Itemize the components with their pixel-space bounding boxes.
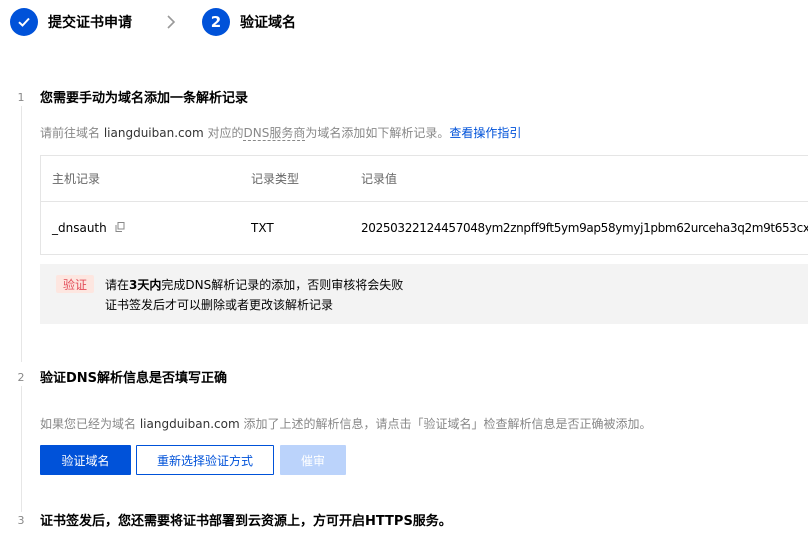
host-value: _dnsauth bbox=[52, 220, 107, 235]
host-cell: _dnsauth bbox=[52, 221, 125, 236]
verify-tag: 验证 bbox=[56, 275, 94, 293]
section2-guide-line bbox=[21, 386, 22, 512]
header-host: 主机记录 bbox=[52, 172, 101, 186]
chevron-right-icon bbox=[166, 15, 176, 29]
domain-name: liangduiban.com bbox=[103, 126, 204, 140]
dns-record-table: 主机记录 记录类型 记录值 _dnsauth TXT 2025032212445… bbox=[40, 155, 808, 255]
desc2-prefix: 如果您已经为域名 bbox=[40, 417, 140, 431]
desc2-suffix: 添加了上述的解析信息，请点击「验证域名」检查解析信息是否正确被添加。 bbox=[239, 417, 652, 431]
section2-title: 验证DNS解析信息是否填写正确 bbox=[40, 371, 228, 386]
stepper: 提交证书申请 2 验证域名 bbox=[10, 8, 296, 36]
section1-guide-line bbox=[21, 106, 22, 362]
desc-prefix: 请前往域名 bbox=[40, 126, 104, 140]
domain-name-2: liangduiban.com bbox=[139, 417, 240, 431]
type-value: TXT bbox=[251, 221, 274, 235]
step2-label: 验证域名 bbox=[240, 15, 296, 31]
notice-deadline: 3天内 bbox=[129, 278, 162, 292]
urge-review-button[interactable]: 催审 bbox=[280, 445, 346, 475]
notice-line1-suffix: 完成DNS解析记录的添加，否则审核将会失败 bbox=[161, 278, 404, 292]
section1-description: 请前往域名 liangduiban.com 对应的DNS服务商为域名添加如下解析… bbox=[40, 124, 521, 141]
section3-number: 3 bbox=[17, 513, 25, 527]
table-row: _dnsauth TXT 20250322124457048ym2znpff9f… bbox=[41, 202, 808, 254]
step1-label: 提交证书申请 bbox=[48, 15, 132, 31]
copy-host-icon[interactable] bbox=[115, 221, 125, 235]
guide-link[interactable]: 查看操作指引 bbox=[449, 126, 521, 140]
desc-mid1: 对应的 bbox=[203, 126, 244, 140]
section2-number: 2 bbox=[17, 370, 25, 384]
table-header: 主机记录 记录类型 记录值 bbox=[41, 156, 808, 202]
verification-notice: 验证 请在3天内完成DNS解析记录的添加，否则审核将会失败 证书签发后才可以删除… bbox=[40, 264, 808, 324]
section1-title: 您需要手动为域名添加一条解析记录 bbox=[40, 91, 249, 106]
reselect-method-button[interactable]: 重新选择验证方式 bbox=[136, 445, 274, 475]
dns-provider-tooltip[interactable]: DNS服务商 bbox=[243, 126, 306, 141]
verify-domain-button[interactable]: 验证域名 bbox=[40, 445, 131, 475]
section1-number: 1 bbox=[17, 90, 25, 104]
step1-check-icon bbox=[10, 8, 38, 36]
desc-mid2: 为域名添加如下解析记录。 bbox=[305, 126, 450, 140]
section2-description: 如果您已经为域名 liangduiban.com 添加了上述的解析信息，请点击「… bbox=[40, 415, 651, 432]
header-type: 记录类型 bbox=[251, 172, 300, 186]
value-cell: 20250322124457048ym2znpff9ft5ym9ap58ymyj… bbox=[361, 221, 808, 236]
header-value: 记录值 bbox=[361, 172, 398, 186]
record-value: 20250322124457048ym2znpff9ft5ym9ap58ymyj… bbox=[361, 220, 808, 235]
step2-number: 2 bbox=[202, 8, 230, 36]
notice-line2: 证书签发后才可以删除或者更改该解析记录 bbox=[105, 298, 334, 312]
section3-title: 证书签发后，您还需要将证书部署到云资源上，方可开启HTTPS服务。 bbox=[40, 514, 452, 529]
notice-line1-prefix: 请在 bbox=[105, 278, 130, 292]
notice-line1: 请在3天内完成DNS解析记录的添加，否则审核将会失败 bbox=[105, 276, 403, 293]
